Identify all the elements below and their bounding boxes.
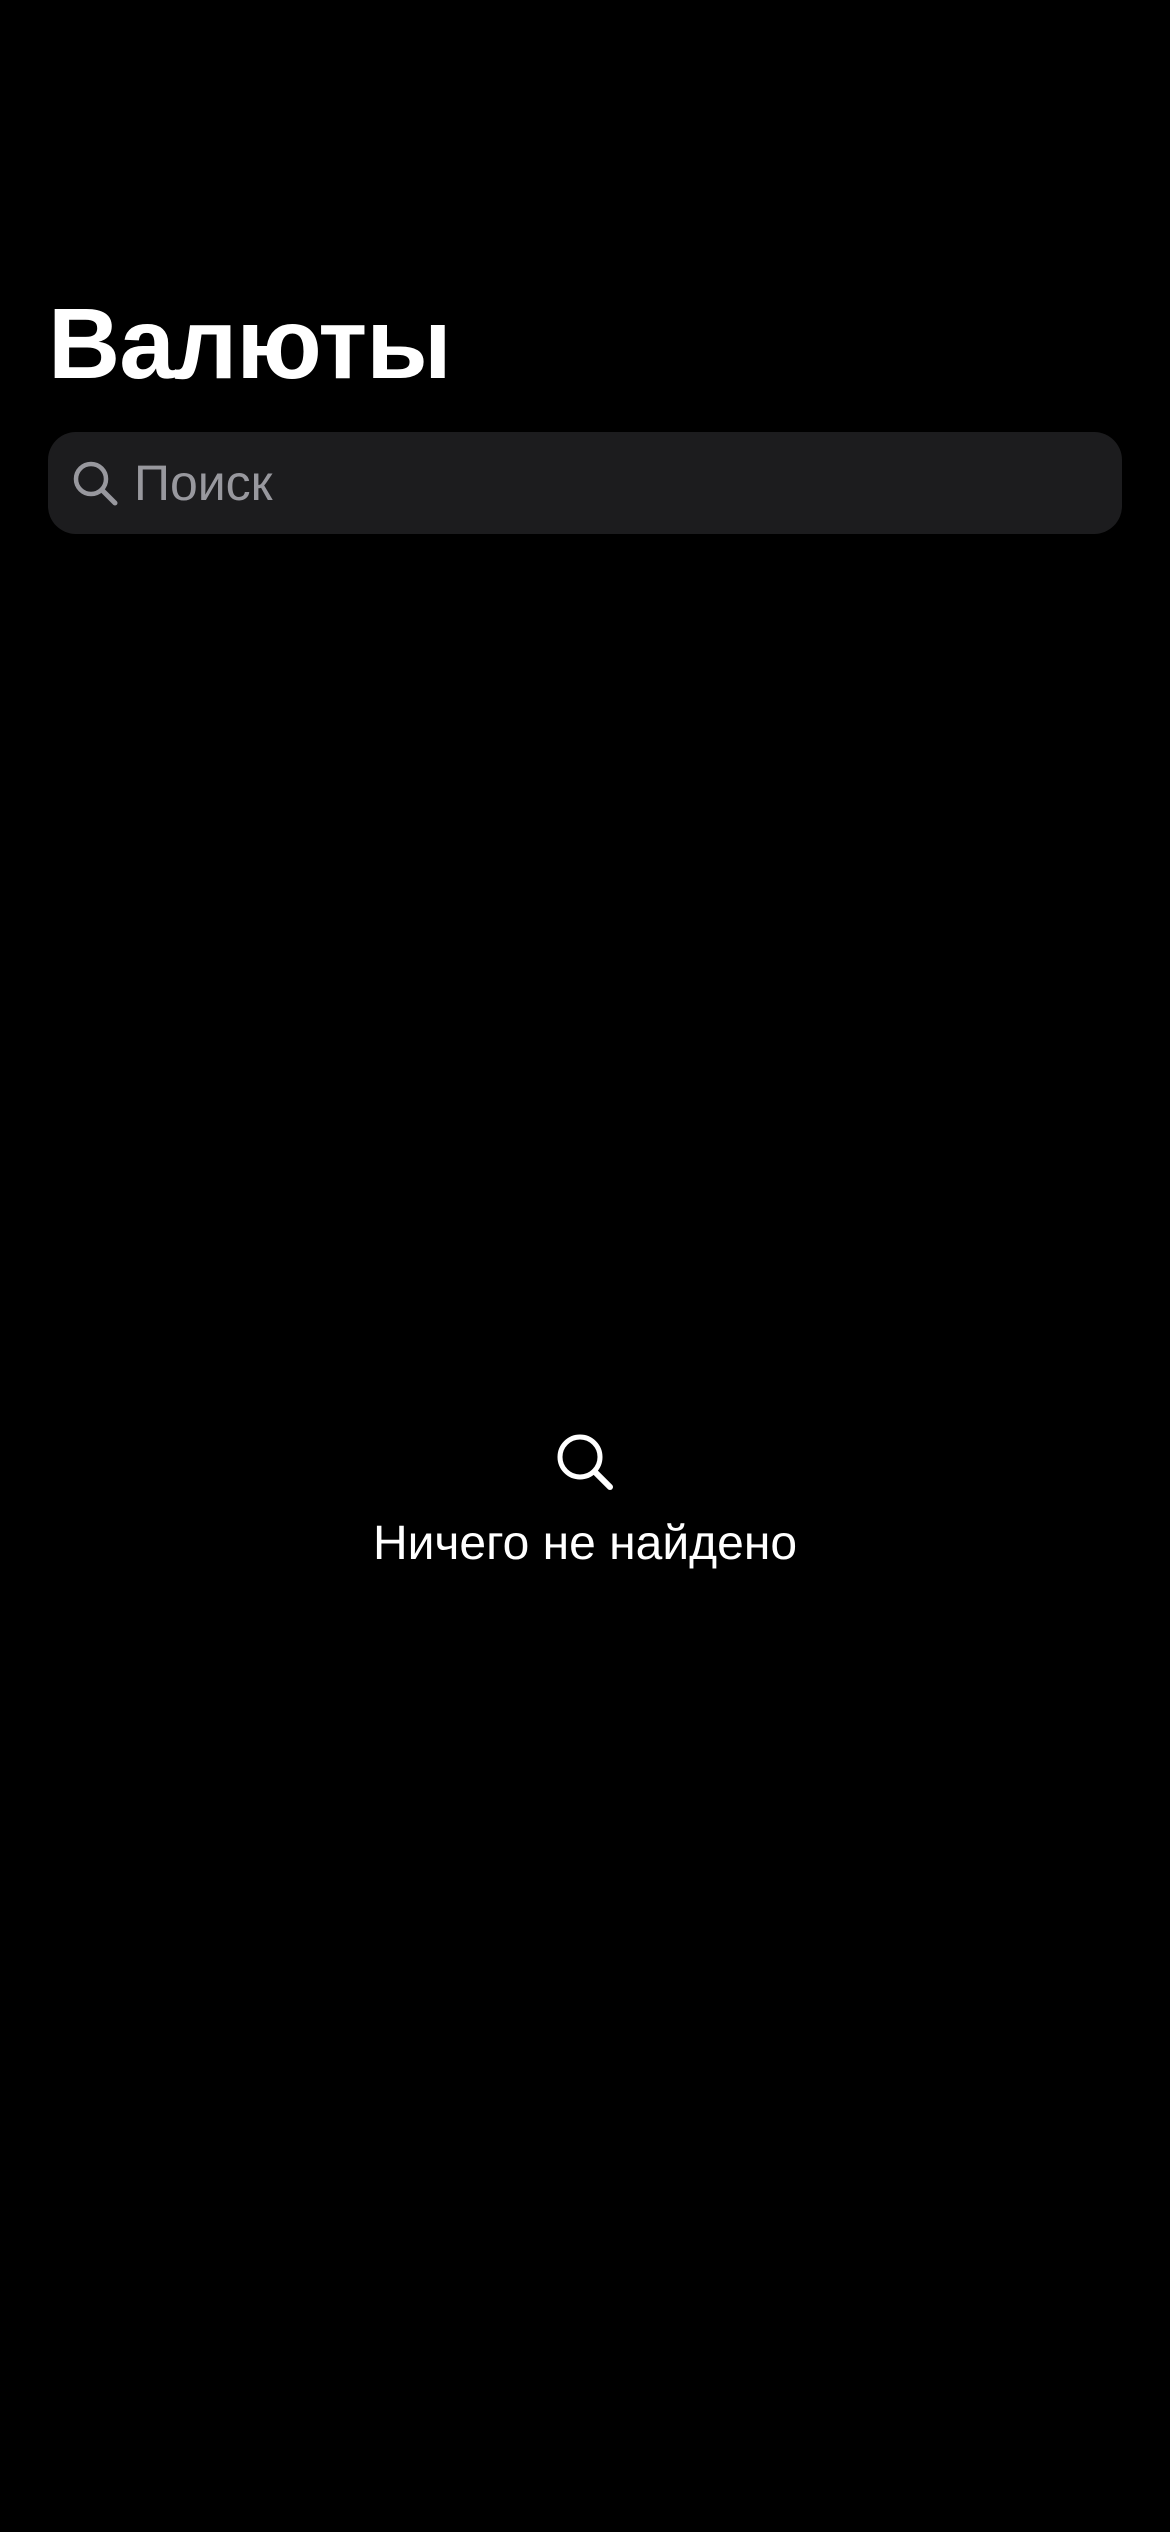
search-icon [73, 461, 118, 506]
search-input[interactable] [134, 432, 1122, 534]
empty-state-message: Ничего не найдено [372, 1517, 798, 1570]
search-bar[interactable] [48, 432, 1122, 534]
page-title: Валюты [48, 288, 452, 400]
search-icon [557, 1434, 613, 1490]
empty-state: Ничего не найдено [0, 1430, 1170, 1576]
